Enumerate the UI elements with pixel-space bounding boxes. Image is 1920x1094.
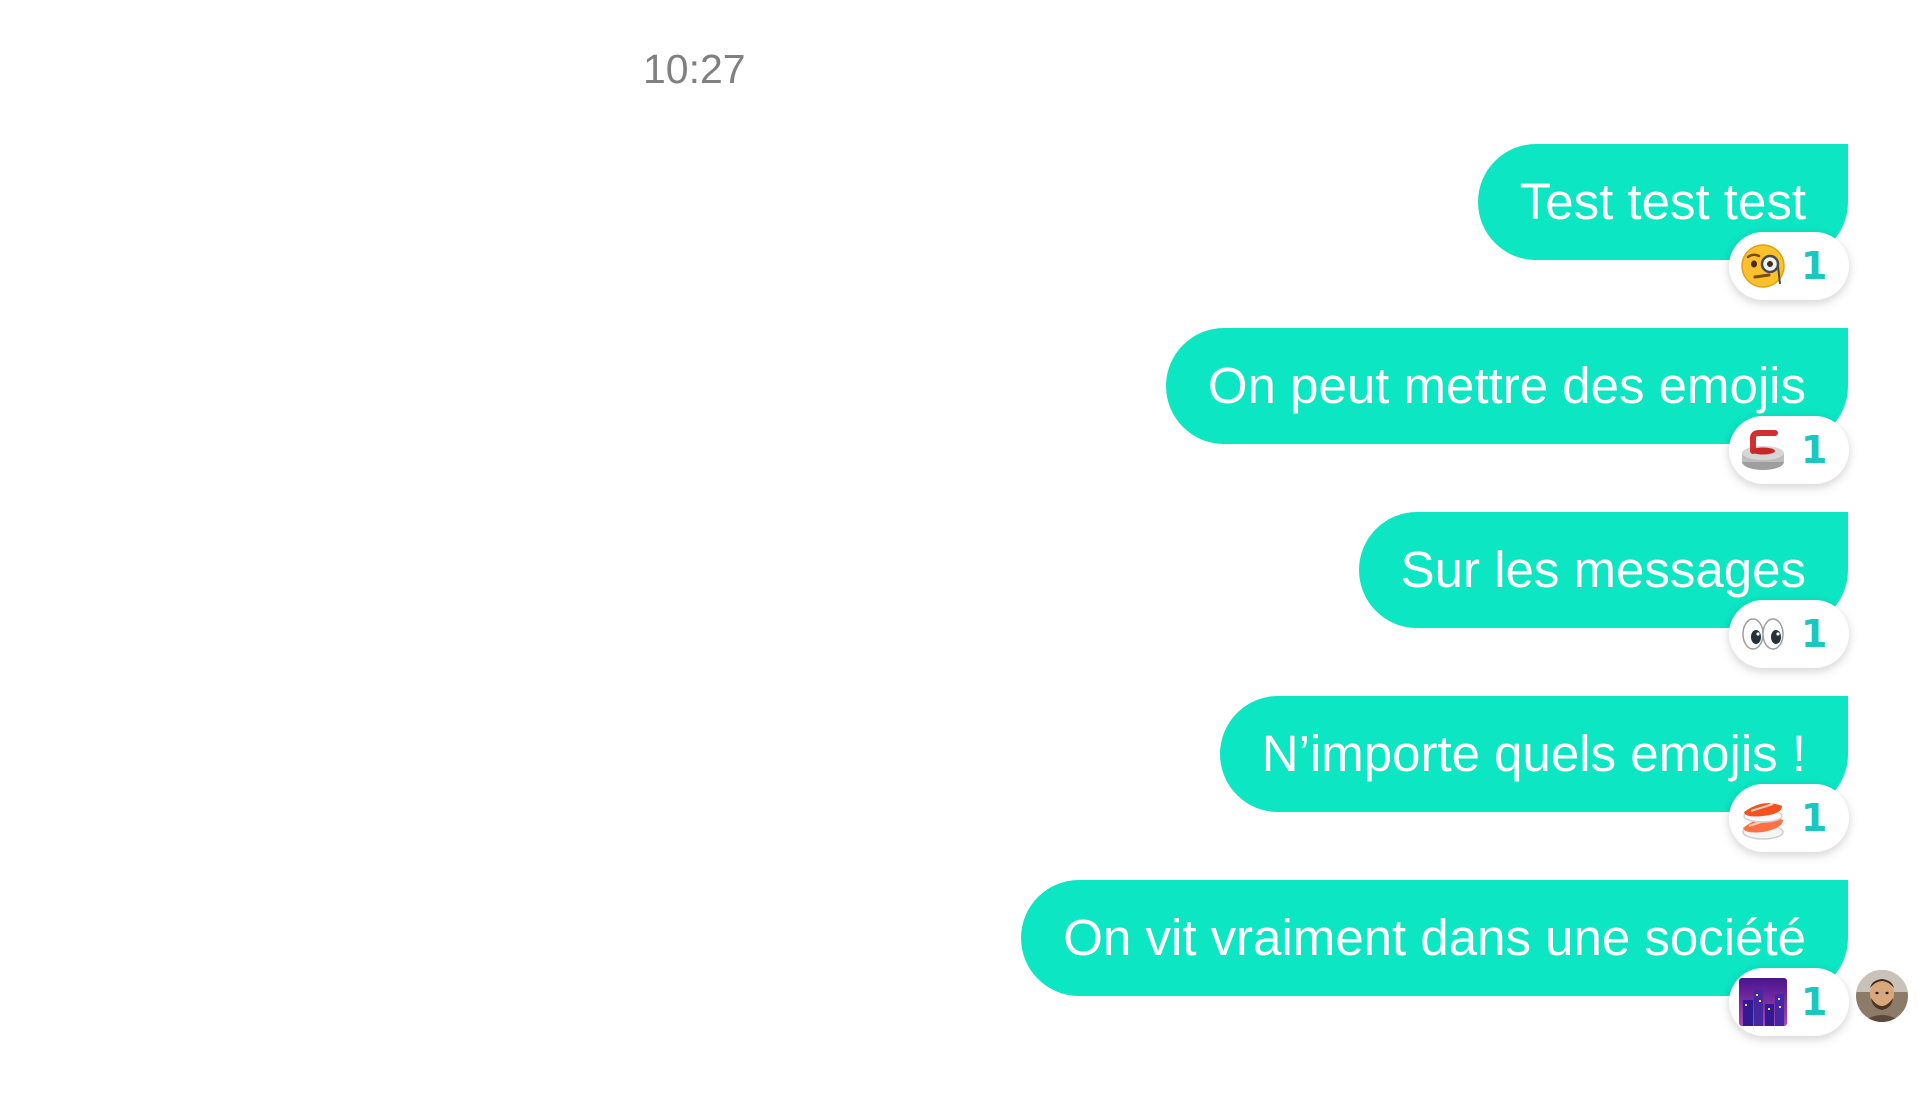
eyes-icon (1742, 618, 1784, 650)
message-row: Test test test 1 (1477, 144, 1849, 300)
reaction-badge[interactable]: 1 (1729, 968, 1849, 1036)
reaction-badge[interactable]: 1 (1729, 416, 1849, 484)
message-bubble[interactable]: On vit vraiment dans une société (1021, 880, 1848, 996)
reaction-badge[interactable]: 1 (1729, 232, 1849, 300)
reaction-badge[interactable]: 1 (1729, 784, 1849, 852)
curling-stone-icon (1742, 430, 1784, 470)
reaction-count: 1 (1801, 428, 1828, 472)
avatar-image (1856, 970, 1908, 1022)
night-city-icon (1739, 978, 1787, 1026)
reaction-count: 1 (1801, 612, 1828, 656)
reaction-count: 1 (1801, 244, 1828, 288)
message-timestamp: 10:27 (643, 46, 746, 92)
sushi-icon (1742, 803, 1784, 840)
reaction-count: 1 (1801, 980, 1828, 1024)
reaction-count: 1 (1801, 796, 1828, 840)
message-row: On vit vraiment dans une société 1 (1021, 880, 1849, 1036)
message-row: Sur les messages 1 (1358, 512, 1849, 668)
message-row: N’importe quels emojis ! 1 (1219, 696, 1849, 852)
face-with-monocle-icon (1741, 244, 1785, 288)
user-avatar-icon[interactable] (1856, 970, 1908, 1022)
reaction-badge[interactable]: 1 (1729, 600, 1849, 668)
message-row: On peut mettre des emojis 1 (1165, 328, 1849, 484)
